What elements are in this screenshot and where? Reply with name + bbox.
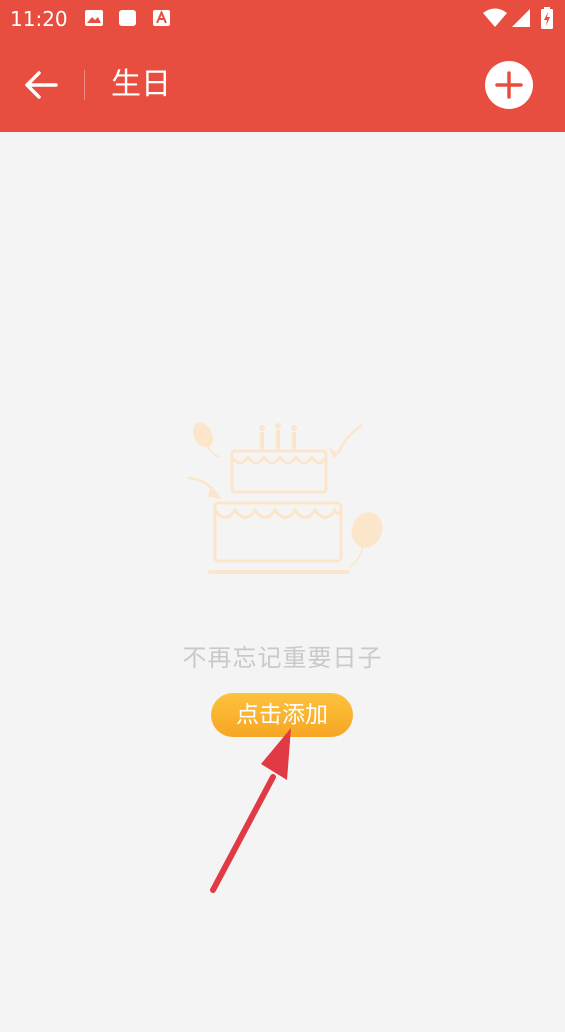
back-button[interactable] <box>18 63 64 107</box>
add-button[interactable] <box>485 61 533 109</box>
status-time: 11:20 <box>10 7 68 31</box>
status-bar: 11:20 <box>0 0 565 37</box>
a-icon <box>153 9 170 26</box>
empty-state-content: 不再忘记重要日子 点击添加 <box>0 132 565 1004</box>
page-title: 生日 <box>111 67 171 102</box>
annotation-arrow-icon <box>210 728 291 893</box>
app-bar-divider <box>84 70 85 100</box>
battery-charging-icon <box>541 7 553 29</box>
image-icon <box>85 10 103 26</box>
birthday-cake-icon <box>187 422 383 574</box>
signal-icon <box>512 9 530 27</box>
arrow-left-icon <box>25 71 58 99</box>
app-bar: 生日 <box>0 37 565 132</box>
square-icon <box>119 10 136 26</box>
plus-icon <box>495 71 523 99</box>
wifi-icon <box>483 8 507 27</box>
empty-state-message: 不再忘记重要日子 <box>182 644 383 672</box>
